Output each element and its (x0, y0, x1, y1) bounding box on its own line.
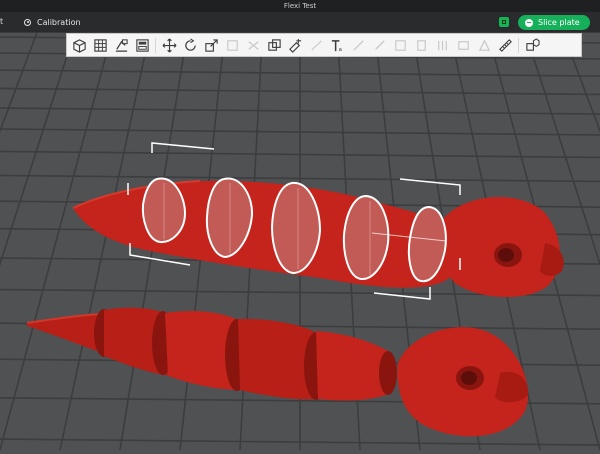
measure-faded-icon[interactable] (348, 35, 368, 55)
move-icon[interactable] (159, 35, 179, 55)
boolean-icon[interactable] (264, 35, 284, 55)
lay-on-face-icon[interactable] (222, 35, 242, 55)
orient-icon[interactable] (111, 35, 131, 55)
toolbar-divider (518, 37, 519, 53)
title-bar: Flexi Test (0, 0, 600, 12)
slice-plate-button[interactable]: Slice plate (518, 15, 590, 30)
slice-plate-label: Slice plate (538, 18, 580, 27)
cut-icon[interactable] (243, 35, 263, 55)
paint-support-icon[interactable] (285, 35, 305, 55)
fuzzy-skin-icon[interactable] (411, 35, 431, 55)
sync-plate-icon[interactable] (499, 17, 509, 27)
slice-dropdown-icon (525, 18, 533, 27)
window-title: Flexi Test (283, 2, 317, 10)
assembly-icon[interactable] (474, 35, 494, 55)
calibration-icon (24, 18, 31, 26)
variable-height-icon[interactable] (390, 35, 410, 55)
assembly-view-icon[interactable] (522, 35, 542, 55)
scale-icon[interactable] (201, 35, 221, 55)
measure-ruler-icon[interactable] (495, 35, 515, 55)
tab-prepare-fragment[interactable]: t (0, 12, 6, 32)
color-paint-icon[interactable] (369, 35, 389, 55)
plate-layout-icon[interactable] (132, 35, 152, 55)
tab-bar: t Calibration (0, 12, 600, 33)
tab-calibration[interactable]: Calibration (24, 12, 81, 32)
svg-text:a: a (338, 47, 341, 53)
rotate-icon[interactable] (180, 35, 200, 55)
toolbar-divider (155, 37, 156, 53)
seam-icon[interactable] (306, 35, 326, 55)
tab-calibration-label: Calibration (37, 17, 81, 27)
build-plate-scene[interactable] (0, 32, 600, 451)
grid-arrange-icon[interactable] (90, 35, 110, 55)
text-emboss-icon[interactable]: a (327, 35, 347, 55)
3d-viewport[interactable] (0, 32, 600, 451)
object-toolbar: a (66, 33, 582, 57)
add-cube-icon[interactable] (69, 35, 89, 55)
support-blocker-icon[interactable] (453, 35, 473, 55)
brim-ears-icon[interactable] (432, 35, 452, 55)
